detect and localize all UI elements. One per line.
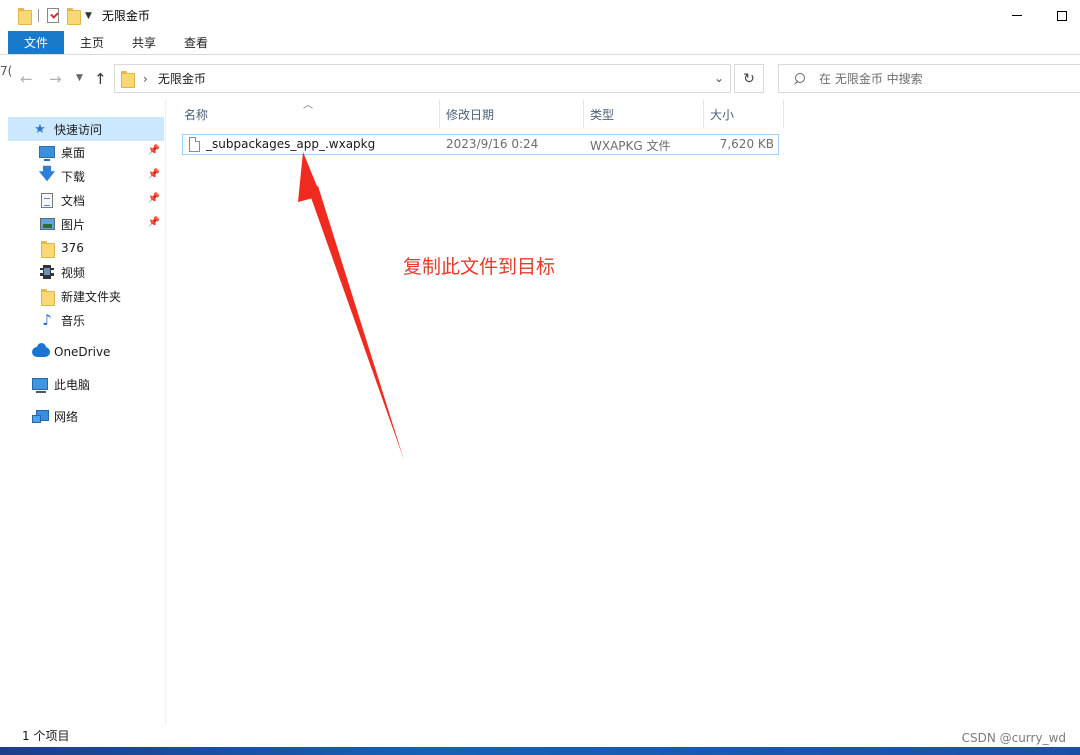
search-input[interactable] — [819, 71, 1059, 86]
quick-access-toolbar: ▼ — [18, 8, 92, 25]
nav-item-music[interactable]: ♪ 音乐 — [8, 308, 164, 332]
column-header-label: 名称 — [184, 107, 209, 122]
tab-view[interactable]: 查看 — [170, 31, 222, 54]
video-icon — [40, 265, 54, 279]
column-header-size[interactable]: 大小 — [704, 100, 784, 128]
address-row: ← → ▼ ↑ › 无限金币 ⌄ ↻ — [0, 60, 1080, 98]
file-type: WXAPKG 文件 — [590, 139, 671, 153]
minimize-button[interactable] — [995, 0, 1039, 31]
column-header-label: 类型 — [590, 107, 615, 122]
address-path[interactable]: 无限金币 — [158, 70, 206, 87]
nav-item-label: 音乐 — [61, 313, 86, 328]
nav-item-documents[interactable]: 文档 📌 — [8, 188, 164, 212]
nav-item-videos[interactable]: 视频 — [8, 260, 164, 284]
properties-icon[interactable] — [47, 8, 59, 23]
maximize-icon — [1057, 10, 1067, 21]
cloud-icon — [32, 343, 50, 357]
file-size: 7,620 KB — [719, 137, 774, 151]
tab-share[interactable]: 共享 — [118, 31, 170, 54]
pin-icon[interactable]: 📌 — [148, 145, 160, 156]
nav-item-desktop[interactable]: 桌面 📌 — [8, 140, 164, 164]
toolbar-divider — [38, 9, 39, 22]
folder-icon — [41, 288, 55, 306]
column-header-type[interactable]: 类型 — [584, 100, 704, 128]
refresh-button[interactable]: ↻ — [734, 64, 764, 93]
nav-item-pictures[interactable]: 图片 📌 — [8, 212, 164, 236]
annotation-text: 复制此文件到目标 — [403, 256, 556, 278]
nav-item-376[interactable]: 376 — [8, 236, 164, 260]
file-name: _subpackages_app_.wxapkg — [206, 137, 376, 151]
file-modified: 2023/9/16 0:24 — [446, 137, 539, 151]
chevron-right-icon[interactable]: › — [143, 72, 148, 86]
picture-icon — [39, 218, 55, 230]
nav-item-onedrive[interactable]: OneDrive — [8, 340, 164, 364]
title-bar: ▼ 无限金币 — [0, 0, 1080, 31]
minimize-icon — [1012, 15, 1022, 16]
recent-locations-button[interactable]: ▼ — [76, 73, 83, 83]
nav-item-label: 新建文件夹 — [61, 289, 122, 304]
pin-icon[interactable]: 📌 — [148, 169, 160, 180]
nav-item-label: 下载 — [61, 169, 86, 184]
file-row[interactable]: _subpackages_app_.wxapkg 2023/9/16 0:24 … — [182, 134, 779, 155]
nav-item-label: 此电脑 — [54, 377, 91, 392]
tab-home[interactable]: 主页 — [66, 31, 118, 54]
chevron-down-icon[interactable]: ▼ — [85, 11, 92, 21]
nav-item-label: 桌面 — [61, 145, 86, 160]
new-folder-icon[interactable] — [67, 8, 81, 25]
computer-icon — [32, 378, 48, 393]
item-count: 1 个项目 — [22, 728, 70, 743]
nav-item-label: 376 — [61, 241, 84, 255]
file-icon — [189, 137, 200, 152]
nav-item-network[interactable]: 网络 — [8, 404, 164, 428]
document-icon — [41, 192, 53, 208]
ribbon-tabs: 文件 主页 共享 查看 — [0, 31, 1080, 55]
search-box[interactable] — [778, 64, 1080, 93]
nav-item-label: 网络 — [54, 409, 79, 424]
star-icon: ★ — [34, 121, 46, 137]
column-header-label: 修改日期 — [446, 107, 495, 122]
up-button[interactable]: ↑ — [94, 70, 107, 88]
nav-item-label: 视频 — [61, 265, 86, 280]
nav-item-this-pc[interactable]: 此电脑 — [8, 372, 164, 396]
status-bar: 1 个项目 — [0, 725, 1080, 745]
back-button[interactable]: ← — [20, 70, 33, 88]
tab-file[interactable]: 文件 — [8, 31, 64, 54]
desktop-icon — [39, 146, 55, 161]
navigation-pane: ★ 快速访问 桌面 📌 🡇 下载 📌 文档 📌 图片 📌 376 视频 新建文件… — [8, 100, 166, 725]
window-title: 无限金币 — [101, 9, 150, 23]
maximize-button[interactable] — [1040, 0, 1080, 31]
nav-item-label: 图片 — [61, 217, 86, 232]
search-icon — [793, 72, 805, 85]
pin-icon[interactable]: 📌 — [148, 193, 160, 204]
network-icon — [32, 409, 49, 423]
column-header-name[interactable]: 名称 — [178, 100, 440, 128]
nav-item-label: 文档 — [61, 193, 86, 208]
arrow-head — [298, 152, 321, 202]
nav-item-label: OneDrive — [54, 345, 111, 359]
nav-item-downloads[interactable]: 🡇 下载 📌 — [8, 164, 164, 188]
pin-icon[interactable]: 📌 — [148, 217, 160, 228]
watermark: CSDN @curry_wd — [961, 731, 1066, 745]
folder-icon — [121, 71, 135, 88]
column-header-label: 大小 — [710, 107, 735, 122]
nav-quick-access[interactable]: ★ 快速访问 — [8, 117, 164, 141]
music-icon: ♪ — [42, 311, 52, 329]
nav-item-new-folder[interactable]: 新建文件夹 — [8, 284, 164, 308]
nav-item-label: 快速访问 — [54, 122, 103, 137]
download-icon: 🡇 — [38, 163, 56, 183]
folder-icon — [18, 8, 32, 25]
address-dropdown-button[interactable]: ⌄ — [714, 71, 724, 85]
taskbar-strip — [0, 747, 1080, 755]
column-header-modified[interactable]: 修改日期 — [440, 100, 584, 128]
address-bar[interactable]: › 无限金币 ⌄ — [114, 64, 731, 93]
arrow-shaft — [308, 186, 404, 460]
forward-button[interactable]: → — [49, 70, 62, 88]
folder-icon — [41, 240, 55, 258]
